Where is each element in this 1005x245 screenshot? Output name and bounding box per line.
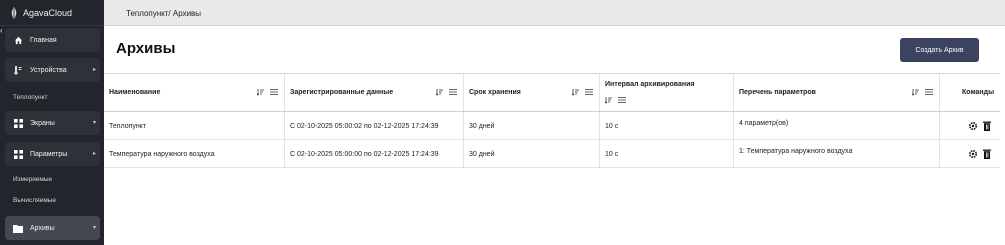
sort-icon[interactable] bbox=[572, 88, 580, 96]
table-row[interactable]: Температура наружного воздуха С 02-10-20… bbox=[104, 140, 1000, 168]
column-header-registered-data[interactable]: Зарегистрированные данные bbox=[285, 74, 464, 111]
column-menu-icon[interactable] bbox=[925, 88, 933, 96]
column-header-parameters[interactable]: Перечень параметров bbox=[734, 74, 940, 111]
sidebar-item-label: Экраны bbox=[30, 119, 55, 127]
settings-gear-icon[interactable] bbox=[968, 149, 978, 159]
grid-icon bbox=[13, 118, 23, 128]
sidebar-subitem-teplopunkt[interactable]: Теплопункт bbox=[13, 94, 47, 101]
settings-gear-icon[interactable] bbox=[968, 121, 978, 131]
trash-icon[interactable] bbox=[983, 121, 991, 131]
folder-icon bbox=[13, 223, 23, 233]
sidebar-item-label: Архивы bbox=[30, 224, 55, 232]
cell-parameters: 4 параметр(ов) bbox=[739, 120, 789, 127]
sidebar: AgavaCloud ‹ Главная Устройства ▸ Теплоп… bbox=[0, 0, 104, 245]
sidebar-item-label: Устройства bbox=[30, 66, 67, 74]
top-bar: Теплопункт/ Архивы bbox=[104, 0, 1005, 26]
archives-table: Наименование Зарегистрированные данные С… bbox=[104, 73, 1000, 168]
sidebar-item-label: Параметры bbox=[30, 150, 68, 158]
thermometer-icon bbox=[13, 65, 23, 75]
column-menu-icon[interactable] bbox=[585, 88, 593, 96]
cell-interval: 10 с bbox=[605, 123, 619, 130]
create-archive-button[interactable]: Создать Архив bbox=[900, 38, 979, 62]
cell-name: Температура наружного воздуха bbox=[109, 151, 215, 158]
collapse-sidebar-icon[interactable]: ‹ bbox=[0, 26, 3, 35]
grid-icon bbox=[13, 149, 23, 159]
chevron-right-icon: ▸ bbox=[92, 67, 96, 73]
cell-retention: 30 дней bbox=[469, 151, 495, 158]
column-menu-icon[interactable] bbox=[270, 88, 278, 96]
sort-icon[interactable] bbox=[257, 88, 265, 96]
sidebar-subitem-measured[interactable]: Измеряемые bbox=[13, 176, 52, 183]
table-header-row: Наименование Зарегистрированные данные С… bbox=[104, 73, 1000, 112]
sidebar-item-screens[interactable]: Экраны ▾ bbox=[5, 111, 100, 135]
chevron-right-icon: ▸ bbox=[92, 151, 96, 157]
cell-parameters: 1: Температура наружного воздуха bbox=[739, 148, 853, 155]
sidebar-item-parameters[interactable]: Параметры ▸ bbox=[5, 142, 100, 166]
column-header-commands: Команды bbox=[962, 89, 995, 96]
table-row[interactable]: Теплопункт С 02-10-2025 05:00:02 по 02-1… bbox=[104, 112, 1000, 140]
sort-icon[interactable] bbox=[912, 88, 920, 96]
app-logo[interactable]: AgavaCloud bbox=[0, 0, 104, 26]
column-header-name[interactable]: Наименование bbox=[104, 74, 285, 111]
chevron-down-icon: ▾ bbox=[92, 225, 96, 231]
breadcrumb[interactable]: Теплопункт/ Архивы bbox=[126, 9, 201, 18]
cell-name: Теплопункт bbox=[109, 123, 147, 130]
sidebar-subitem-computed[interactable]: Вычисляемые bbox=[13, 197, 56, 204]
sidebar-item-archives[interactable]: Архивы ▾ bbox=[5, 216, 100, 240]
cell-registered-data: С 02-10-2025 05:00:02 по 02-12-2025 17:2… bbox=[290, 123, 439, 130]
sidebar-item-devices[interactable]: Устройства ▸ bbox=[5, 58, 100, 82]
sort-icon[interactable] bbox=[436, 88, 444, 96]
cell-retention: 30 дней bbox=[469, 123, 495, 130]
sidebar-item-home[interactable]: Главная bbox=[5, 28, 100, 52]
cell-registered-data: С 02-10-2025 05:00:00 по 02-12-2025 17:2… bbox=[290, 151, 439, 158]
page-title: Архивы bbox=[116, 40, 176, 57]
column-header-interval[interactable]: Интервал архивирования bbox=[600, 74, 734, 111]
column-menu-icon[interactable] bbox=[618, 96, 626, 104]
home-icon bbox=[13, 35, 23, 45]
cell-interval: 10 с bbox=[605, 151, 619, 158]
app-name: AgavaCloud bbox=[23, 7, 73, 18]
agava-leaf-icon bbox=[11, 6, 17, 19]
column-header-retention[interactable]: Срок хранения bbox=[464, 74, 600, 111]
trash-icon[interactable] bbox=[983, 149, 991, 159]
sidebar-item-label: Главная bbox=[30, 36, 57, 44]
chevron-down-icon: ▾ bbox=[92, 120, 96, 126]
column-menu-icon[interactable] bbox=[449, 88, 457, 96]
sort-icon[interactable] bbox=[605, 96, 613, 104]
